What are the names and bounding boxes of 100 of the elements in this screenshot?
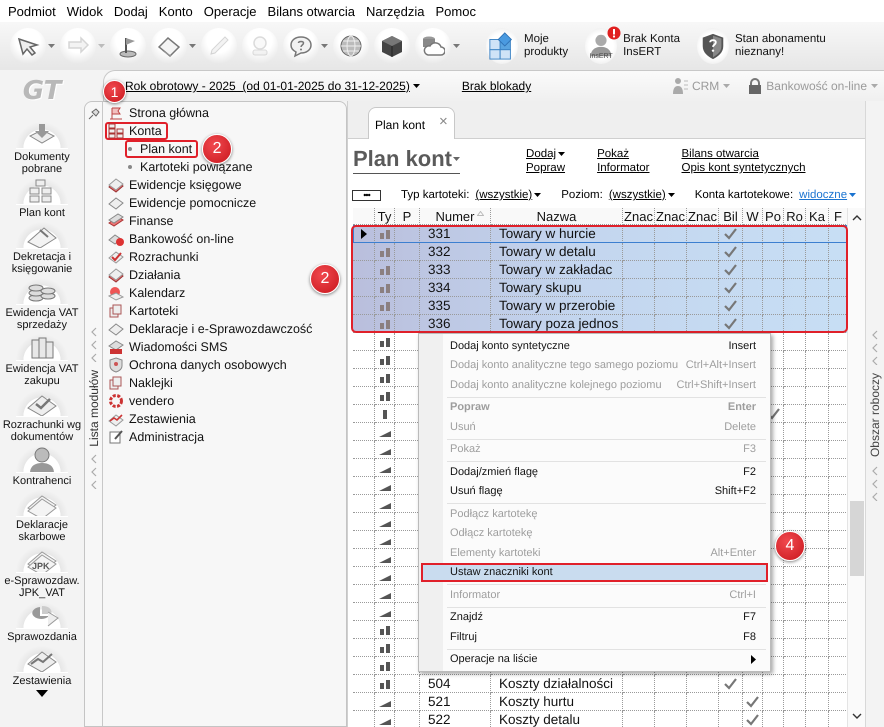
column-header[interactable]: P	[395, 208, 420, 225]
tree-item[interactable]: Ewidencje księgowe	[105, 176, 248, 194]
tree-item[interactable]: Kalendarz	[105, 284, 192, 302]
table-row[interactable]: 504 Koszty działalności	[353, 675, 848, 693]
scroll-thumb[interactable]	[850, 501, 864, 576]
lock-status-link[interactable]: Brak blokady	[462, 79, 532, 93]
table-row[interactable]: 332 Towary w detalu	[353, 243, 848, 261]
menu-item[interactable]: Narzędzia	[360, 4, 430, 18]
column-header[interactable]: Ka	[806, 208, 829, 225]
nav-item[interactable]: Dekretacja i księgowanie	[0, 222, 84, 275]
filter-dropdown[interactable]: (wszystkie)	[475, 189, 542, 201]
filter-label: Typ kartoteki:	[401, 189, 470, 201]
nav-item[interactable]: Sprawozdania	[0, 602, 84, 643]
column-header[interactable]: W	[743, 208, 763, 225]
scroll-down-icon	[852, 713, 862, 719]
action-link[interactable]: Pokaż	[597, 148, 630, 160]
menu-item[interactable]: Filtruj F8	[421, 627, 768, 646]
nav-item[interactable]: JPK e-Sprawozdaw. JPK_VAT	[0, 546, 84, 599]
action-link[interactable]: Informator	[597, 162, 650, 174]
tree-item[interactable]: Rozrachunki	[105, 248, 204, 266]
dropdown-arrow-icon	[453, 44, 460, 48]
books-icon	[108, 267, 124, 283]
menu-item[interactable]: Konto	[152, 4, 198, 18]
tree-item[interactable]: Finanse	[105, 212, 180, 230]
panel-title: Lista modułów	[86, 370, 100, 447]
action-link[interactable]: Opis kont syntetycznych	[682, 162, 806, 174]
table-row[interactable]: 335 Towary w przerobie	[353, 297, 848, 315]
chevrons-icon	[90, 452, 98, 489]
menu-item[interactable]: Podmiot	[2, 4, 61, 18]
subscription-button[interactable]: Stan abonamentu nieznany!	[689, 26, 834, 66]
fiscal-year-link[interactable]: Rok obrotowy - 2025 (od 01-01-2025 do 31-12-2025)	[125, 79, 420, 93]
column-header[interactable]: Ro	[784, 208, 806, 225]
tree-item[interactable]: Zestawienia	[105, 410, 202, 428]
tree-item[interactable]: Administracja	[105, 428, 210, 446]
panel-title: Obszar roboczy	[868, 373, 882, 458]
tree-item[interactable]: Wiadomości SMS	[105, 338, 234, 356]
menu-item[interactable]: Usuń flagę Shift+F2	[421, 482, 768, 501]
filter-dropdown[interactable]: (wszystkie)	[608, 189, 675, 201]
nav-item[interactable]: Ewidencja VAT zakupu	[0, 334, 84, 387]
filter-dropdown[interactable]: widoczne	[799, 189, 856, 201]
menu-item[interactable]: Bilans otwarcia	[262, 4, 360, 18]
table-row[interactable]: 334 Towary skupu	[353, 279, 848, 297]
nav-item[interactable]: Dokumenty pobrane	[0, 122, 84, 175]
chevrons-icon	[871, 465, 879, 502]
lock-icon	[748, 78, 762, 94]
table-row[interactable]: 521 Koszty hurtu	[353, 693, 848, 711]
tab[interactable]: Plan kont ×	[368, 107, 455, 139]
dropdown-arrow-icon	[871, 84, 878, 88]
menu-item[interactable]: Operacje	[198, 4, 262, 18]
action-link[interactable]: Popraw	[526, 162, 566, 174]
column-header[interactable]: Znac	[623, 208, 655, 225]
column-header[interactable]: Znac	[687, 208, 719, 225]
menu-item[interactable]: Dodaj konto syntetyczne Insert	[421, 336, 768, 356]
tree-item[interactable]: Deklaracje i e-Sprawozdawczość	[105, 320, 318, 338]
tree-item[interactable]: vendero	[105, 392, 180, 410]
menu-item[interactable]: Znajdź F7	[421, 604, 768, 627]
menu-item[interactable]: Dodaj/zmień flagę F2	[421, 459, 768, 482]
tree-item[interactable]: Działania	[105, 266, 186, 284]
tree-item[interactable]: Ewidencje pomocnicze	[105, 194, 262, 212]
scroll-up-icon	[852, 215, 862, 221]
page-title[interactable]: Plan kont	[353, 145, 460, 174]
tree-item[interactable]: Naklejki	[105, 374, 179, 392]
dropdown-arrow-icon	[321, 44, 328, 48]
column-header[interactable]: Nazwa	[491, 208, 623, 225]
menu-item[interactable]: Widok	[60, 4, 108, 18]
column-header[interactable]: Ty	[375, 208, 395, 225]
tree-item[interactable]: Plan kont	[125, 140, 198, 158]
menu-item[interactable]: Pomoc	[430, 4, 481, 18]
action-link[interactable]: Bilans otwarcia	[682, 148, 759, 160]
nav-item[interactable]: Deklaracje skarbowe	[0, 490, 84, 543]
nav-item[interactable]: Rozrachunki wg dokumentów	[0, 390, 84, 443]
menu-item[interactable]: Operacje na liście	[421, 646, 768, 669]
tree-item[interactable]: Bankowość on-line	[105, 230, 240, 248]
nav-item[interactable]: Plan kont	[0, 178, 84, 219]
nav-item[interactable]: Zestawienia	[0, 646, 84, 687]
tree-item[interactable]: Strona główna	[105, 104, 215, 122]
products-button[interactable]: Moje produkty	[478, 26, 576, 66]
scrollbar[interactable]	[847, 208, 865, 727]
book-icon	[108, 195, 124, 211]
more-button[interactable]: •••	[352, 190, 381, 200]
action-link[interactable]: Dodaj	[526, 148, 566, 160]
nav-item[interactable]: Ewidencja VAT sprzedaży	[0, 278, 84, 331]
gear-icon	[108, 393, 124, 409]
table-row[interactable]: 333 Towary w zakładac	[353, 261, 848, 279]
nav-item[interactable]: Kontrahenci	[0, 446, 84, 487]
tree-item[interactable]: Kartoteki	[105, 302, 184, 320]
dropdown-arrow-icon	[668, 193, 675, 197]
column-header[interactable]: Numer	[420, 208, 491, 225]
menu-item[interactable]: Dodaj	[108, 4, 153, 18]
step-badge: 2	[202, 134, 232, 164]
close-button[interactable]: ×	[439, 113, 448, 130]
dropdown-arrow-icon	[558, 152, 566, 156]
table-cell: 504	[420, 675, 491, 693]
column-header[interactable]: Po	[763, 208, 784, 225]
tree-item[interactable]: Ochrona danych osobowych	[105, 356, 293, 374]
home-icon	[108, 105, 124, 121]
tree-item[interactable]: Konta	[105, 122, 168, 140]
column-header[interactable]: Znac	[655, 208, 687, 225]
table-cell: Koszty działalności	[491, 675, 623, 693]
column-header[interactable]: Bil	[719, 208, 743, 225]
